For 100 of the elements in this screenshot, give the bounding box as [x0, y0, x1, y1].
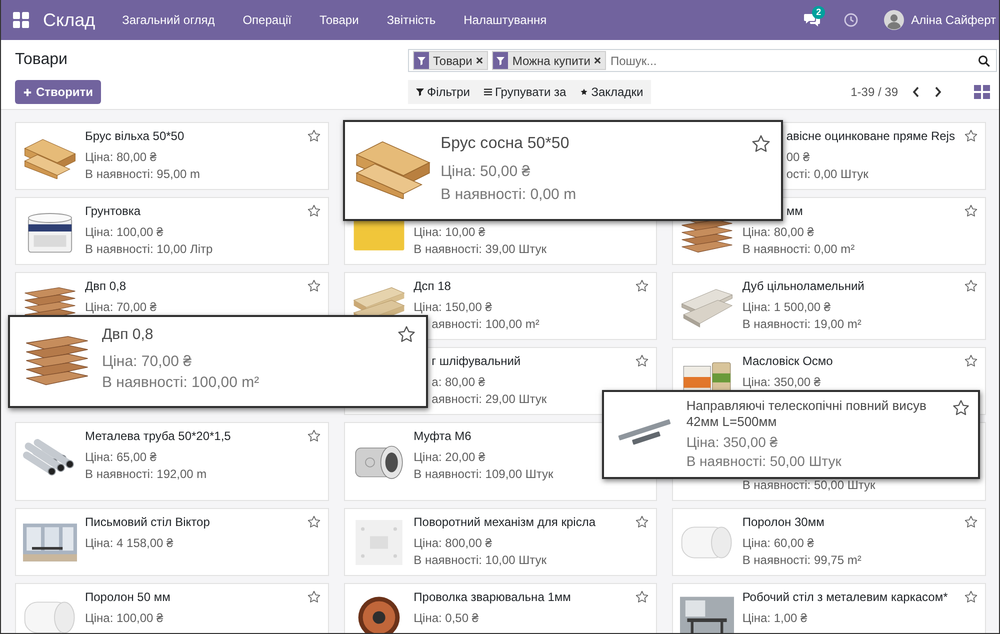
product-price: Ціна: 65,00 ₴	[85, 450, 157, 464]
message-count-badge: 2	[812, 6, 826, 19]
favorite-star-icon[interactable]	[397, 325, 416, 344]
product-card[interactable]: Брус вільха 50*50 Ціна: 80,00 ₴ В наявності: 95,00 m	[15, 122, 329, 190]
product-name: Дуб цільноламельний	[742, 279, 864, 293]
product-stock: В наявності: 10,00 Штук	[414, 553, 547, 567]
facet-label: Можна купити	[511, 54, 592, 68]
product-price: Ціна: 80,00 ₴	[85, 150, 157, 164]
page-title: Товари	[15, 50, 68, 70]
product-name: Поролон 30мм	[742, 515, 824, 529]
product-name: Муфта М6	[414, 429, 472, 443]
product-price: Ціна: 350,00 ₴	[742, 375, 821, 389]
favorite-star-icon[interactable]	[306, 515, 321, 529]
product-price: Ціна: 50,00 ₴	[440, 162, 530, 182]
product-card[interactable]: Проволка зварювальна 1мм Ціна: 0,50 ₴	[344, 583, 658, 633]
product-card[interactable]: Дуб цільноламельний Ціна: 1 500,00 ₴ В наявності: 19,00 m²	[672, 272, 986, 340]
product-card[interactable]: Металева труба 50*20*1,5 Ціна: 65,00 ₴ В наявності: 192,00 m	[15, 422, 329, 501]
favorite-star-icon[interactable]	[635, 515, 650, 529]
star-icon	[580, 88, 588, 96]
favorite-star-icon[interactable]	[952, 399, 970, 417]
search-bar[interactable]: Товари Можна купити Пошук...	[408, 49, 997, 72]
menu-item[interactable]: Загальний огляд	[108, 13, 229, 27]
product-name: Поролон 50 мм	[85, 590, 170, 604]
product-name: Двп 0,8	[85, 279, 126, 293]
product-card[interactable]: Грунтовка Ціна: 100,00 ₴ В наявності: 10,00 Літр	[15, 197, 329, 265]
product-name: Грунтовка	[85, 204, 141, 218]
product-stock: В наявності: 0,00 m²	[742, 242, 855, 256]
favorite-star-icon[interactable]	[306, 279, 321, 293]
product-card[interactable]: Дсп 18 Ціна: 150,00 ₴ аявності: 100,00 m²	[344, 272, 658, 340]
product-price: Ціна: 20,00 ₴	[414, 450, 486, 464]
product-name: Робочий стіл з металевим каркасом*	[742, 590, 948, 604]
funnel-icon	[416, 88, 424, 96]
bookmarks-button[interactable]: Закладки	[580, 85, 644, 99]
product-name: г шліфувальний	[432, 354, 521, 368]
product-name: Масловіск Осмо	[742, 354, 833, 368]
favorite-star-icon[interactable]	[964, 515, 978, 529]
product-name: Дсп 18	[414, 279, 451, 293]
user-name[interactable]: Аліна Сайферт	[911, 13, 996, 27]
favorite-star-icon[interactable]	[635, 279, 650, 293]
product-stock: аявності: 100,00 m²	[432, 317, 540, 331]
favorite-star-icon[interactable]	[964, 354, 978, 368]
favorite-star-icon[interactable]	[964, 279, 978, 293]
clock-icon[interactable]	[844, 13, 858, 27]
favorite-star-icon[interactable]	[306, 129, 321, 143]
product-card[interactable]: Поролон 30мм Ціна: 60,00 ₴ В наявності: 99,75 m²	[672, 508, 986, 576]
avatar-silhouette-icon[interactable]	[884, 10, 904, 30]
favorite-star-icon[interactable]	[964, 129, 978, 143]
product-card[interactable]: Письмовий стіл Віктор Ціна: 4 158,00 ₴	[15, 508, 329, 576]
product-price: Ціна: 1,00 ₴	[742, 611, 808, 625]
favorite-star-icon[interactable]	[964, 204, 978, 218]
product-name: Поворотний механізм для крісла	[414, 515, 596, 529]
menu-item[interactable]: Звітність	[372, 13, 450, 27]
favorite-star-icon[interactable]	[306, 204, 321, 218]
search-input[interactable]: Пошук...	[610, 54, 974, 68]
menu-item[interactable]: Товари	[305, 13, 373, 27]
product-name: Проволка зварювальна 1мм	[414, 590, 571, 604]
product-price: Ціна: 80,00 ₴	[742, 225, 814, 239]
product-stock: аявності: 29,00 Штук	[432, 392, 547, 406]
pager-text: 1-39 / 39	[850, 85, 898, 99]
product-price: Ціна: 800,00 ₴	[414, 536, 492, 550]
product-stock: ості: 0,00 Штук	[786, 167, 868, 181]
product-card[interactable]: Поворотний механізм для крісла Ціна: 800,00 ₴ В наявності: 10,00 Штук	[344, 508, 658, 576]
app-title[interactable]: Склад	[43, 10, 96, 30]
favorite-star-icon[interactable]	[964, 590, 978, 604]
menu-item[interactable]: Операції	[228, 13, 306, 27]
apps-menu-icon[interactable]	[13, 12, 29, 28]
filters-button[interactable]: Фільтри	[416, 85, 470, 99]
product-stock: В наявності: 50,00 Штук	[742, 478, 876, 492]
filter-icon	[493, 52, 508, 69]
menu-item[interactable]: Налаштування	[450, 13, 561, 27]
favorite-star-icon[interactable]	[306, 429, 321, 443]
create-button[interactable]: Створити	[15, 80, 102, 104]
favorite-star-icon[interactable]	[635, 354, 650, 368]
favorite-star-icon[interactable]	[635, 590, 650, 604]
search-icon[interactable]	[978, 54, 990, 66]
favorite-star-icon[interactable]	[750, 134, 771, 154]
product-stock: В наявності: 95,00 m	[85, 167, 200, 181]
plus-icon	[23, 88, 32, 96]
product-name: Письмовий стіл Віктор	[85, 515, 210, 529]
close-icon[interactable]	[476, 57, 484, 64]
product-price: Ціна: 100,00 ₴	[85, 225, 164, 239]
chevron-right-icon[interactable]	[934, 86, 942, 98]
close-icon[interactable]	[594, 57, 602, 64]
product-stock: В наявності: 50,00 Штук	[686, 452, 842, 471]
favorite-star-icon[interactable]	[306, 590, 321, 604]
product-card[interactable]: Робочий стіл з металевим каркасом* Ціна: 1,00 ₴	[672, 583, 986, 633]
product-price: Ціна: 70,00 ₴	[85, 300, 157, 314]
product-name: Металева труба 50*20*1,5	[85, 429, 231, 443]
group-by-button[interactable]: Групувати за	[484, 85, 566, 99]
product-name: мм	[786, 204, 803, 218]
product-stock: В наявності: 100,00 m²	[102, 373, 260, 393]
product-name: Брус сосна 50*50	[440, 134, 570, 154]
product-price: Ціна: 0,50 ₴	[414, 611, 479, 625]
filter-icon	[414, 52, 429, 69]
product-stock: В наявності: 192,00 m	[85, 467, 207, 481]
list-icon	[484, 88, 492, 96]
product-price: Ціна: 4 158,00 ₴	[85, 536, 174, 550]
kanban-view-icon[interactable]	[974, 85, 990, 99]
chevron-left-icon[interactable]	[912, 86, 920, 98]
product-card[interactable]: Поролон 50 мм Ціна: 100,00 ₴	[15, 583, 329, 633]
